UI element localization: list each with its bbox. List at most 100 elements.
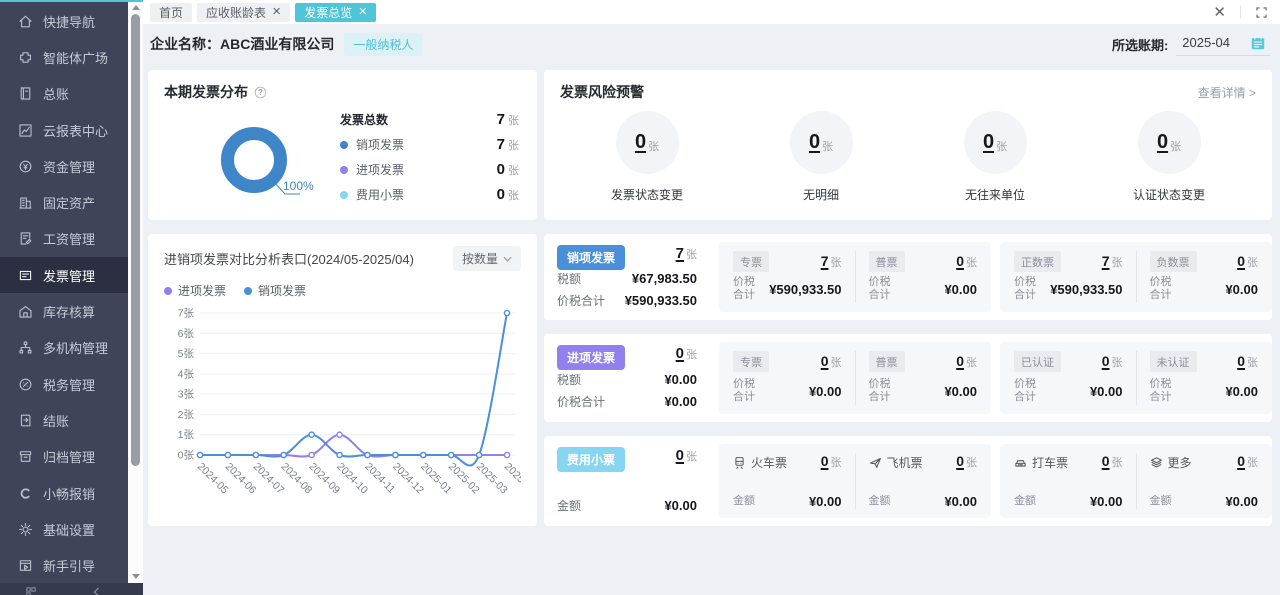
sidebar-item-report[interactable]: 云报表中心: [0, 112, 128, 148]
period-label: 所选账期:: [1112, 35, 1168, 54]
tab-0[interactable]: 首页: [150, 3, 192, 22]
cell-count[interactable]: 0: [956, 253, 964, 269]
chart-filter-label: 按数量: [462, 250, 498, 267]
comparison-chart-card: 进销项发票对比分析表口(2024/05-2025/04) 按数量 进项发票 销项…: [148, 234, 537, 526]
sidebar-item-home[interactable]: 快捷导航: [0, 3, 128, 39]
sidebar-item-label: 云报表中心: [43, 121, 108, 140]
legend-dot-icon: [340, 191, 348, 199]
cell-count[interactable]: 0: [1102, 353, 1110, 369]
close-all-tabs-icon[interactable]: ✕: [1213, 5, 1226, 20]
row-count[interactable]: 0: [676, 447, 684, 464]
risk-count-circle[interactable]: 0 张: [1138, 111, 1201, 174]
row-count[interactable]: 7: [676, 245, 684, 262]
sidebar-item-closing[interactable]: 结账: [0, 402, 128, 438]
detail-cell: 飞机票 0张 金额 ¥0.00: [855, 453, 978, 509]
company-name: 企业名称：ABC酒业有限公司: [150, 34, 334, 54]
donut-percent-label: 100%: [283, 179, 314, 193]
detail-cell: 专票 0张 价税合计 ¥0.00: [733, 351, 842, 405]
cell-count-wrap: 7张: [821, 253, 842, 271]
metric-value: ¥67,983.50: [632, 271, 697, 286]
sidebar-footer: [0, 583, 143, 595]
metric: 税额 ¥0.00: [557, 371, 697, 388]
sidebar-scrollbar[interactable]: [128, 0, 143, 595]
sidebar-item-funds[interactable]: 资金管理: [0, 148, 128, 184]
sidebar-item-reimburse[interactable]: 小畅报销: [0, 475, 128, 511]
svg-text:5张: 5张: [178, 348, 195, 360]
scrollbar-thumb[interactable]: [131, 14, 140, 466]
sidebar-item-inventory[interactable]: 库存核算: [0, 293, 128, 329]
period-selector: 所选账期: 2025-04: [1112, 33, 1270, 56]
org-icon: [17, 339, 34, 356]
sidebar-item-org[interactable]: 多机构管理: [0, 330, 128, 366]
calendar-icon[interactable]: [1250, 35, 1266, 51]
chart-legend-item[interactable]: 销项发票: [244, 282, 306, 299]
period-value[interactable]: 2025-04: [1182, 35, 1230, 50]
svg-text:1张: 1张: [178, 429, 195, 441]
cell-count[interactable]: 0: [956, 453, 964, 469]
view-details-link[interactable]: 查看详情 >: [1198, 84, 1256, 101]
sidebar-item-settings[interactable]: 基础设置: [0, 511, 128, 547]
cell-count-wrap: 7张: [1102, 253, 1123, 271]
legend-dot-icon: [164, 287, 172, 295]
scrollbar-down-arrow-icon[interactable]: [132, 574, 140, 579]
distribution-title-row: 本期发票分布 ?: [164, 82, 521, 102]
risk-count[interactable]: 0: [1157, 131, 1168, 154]
sidebar-item-tax[interactable]: 税务管理: [0, 366, 128, 402]
help-question-icon[interactable]: ?: [254, 86, 267, 99]
cell-count[interactable]: 7: [821, 253, 829, 269]
amount-label: 价税合计: [1150, 276, 1176, 304]
cell-count[interactable]: 0: [1102, 453, 1110, 469]
chart-filter-dropdown[interactable]: 按数量: [453, 246, 521, 271]
cell-count[interactable]: 0: [1237, 453, 1245, 469]
cell-count[interactable]: 0: [956, 353, 964, 369]
tab-label: 首页: [159, 4, 183, 21]
risk-count-circle[interactable]: 0 张: [790, 111, 853, 174]
row-type-badge: 费用小票: [557, 447, 625, 472]
sidebar-item-ledger[interactable]: 总账: [0, 76, 128, 112]
footer-collapse-icon[interactable]: [92, 587, 102, 595]
sidebar-item-archive[interactable]: 归档管理: [0, 439, 128, 475]
legend-label: 发票总数: [340, 111, 388, 128]
building-icon: [17, 194, 34, 211]
tab-close-icon[interactable]: ✕: [358, 7, 367, 18]
row-count[interactable]: 0: [676, 345, 684, 362]
sidebar-item-label: 结账: [43, 411, 69, 430]
cell-count[interactable]: 0: [821, 453, 829, 469]
risk-count-circle[interactable]: 0 张: [964, 111, 1027, 174]
risk-count[interactable]: 0: [983, 131, 994, 154]
risk-label: 无往来单位: [965, 186, 1025, 203]
metric-label: 税额: [557, 371, 581, 388]
risk-count-circle[interactable]: 0 张: [616, 111, 679, 174]
footer-grid-icon[interactable]: [26, 587, 36, 595]
metric-label: 价税合计: [557, 393, 605, 410]
page-header: 企业名称：ABC酒业有限公司 一般纳税人 所选账期: 2025-04: [143, 24, 1280, 64]
sidebar-item-puzzle[interactable]: 智能体广场: [0, 39, 128, 75]
sidebar-item-label: 多机构管理: [43, 338, 108, 357]
risk-label: 认证状态变更: [1133, 186, 1205, 203]
cell-count[interactable]: 7: [1102, 253, 1110, 269]
tab-close-icon[interactable]: ✕: [272, 7, 281, 18]
cell-count[interactable]: 0: [1237, 253, 1245, 269]
scrollbar-up-arrow-icon[interactable]: [132, 5, 140, 10]
tab-1[interactable]: 应收账龄表✕: [197, 3, 290, 22]
risk-count[interactable]: 0: [809, 131, 820, 154]
cell-count[interactable]: 0: [821, 353, 829, 369]
metric-label: 金额: [557, 497, 581, 514]
risk-count[interactable]: 0: [635, 131, 646, 154]
cell-count[interactable]: 0: [1237, 353, 1245, 369]
period-input[interactable]: 2025-04: [1176, 33, 1270, 56]
tab-2[interactable]: 发票总览✕: [295, 3, 376, 22]
sidebar-item-label: 库存核算: [43, 302, 95, 321]
amount-label: 价税合计: [1014, 276, 1040, 304]
sidebar-item-guide[interactable]: 新手引导: [0, 547, 128, 583]
sidebar-item-building[interactable]: 固定资产: [0, 184, 128, 220]
plane-icon: [869, 456, 882, 469]
detail-cell: 负数票 0张 价税合计 ¥0.00: [1136, 251, 1259, 303]
legend-row-total: 发票总数 7 张: [340, 111, 519, 128]
fullscreen-icon[interactable]: [1255, 6, 1268, 19]
sidebar-item-invoice[interactable]: 发票管理: [0, 257, 128, 293]
chart-legend-item[interactable]: 进项发票: [164, 282, 226, 299]
sidebar-menu: 快捷导航 智能体广场 总账 云报表中心 资金管理 固定资产 工资管理 发票管理 …: [0, 0, 128, 595]
sidebar-item-payroll[interactable]: 工资管理: [0, 221, 128, 257]
comparison-title: 进销项发票对比分析表口(2024/05-2025/04): [164, 249, 414, 268]
